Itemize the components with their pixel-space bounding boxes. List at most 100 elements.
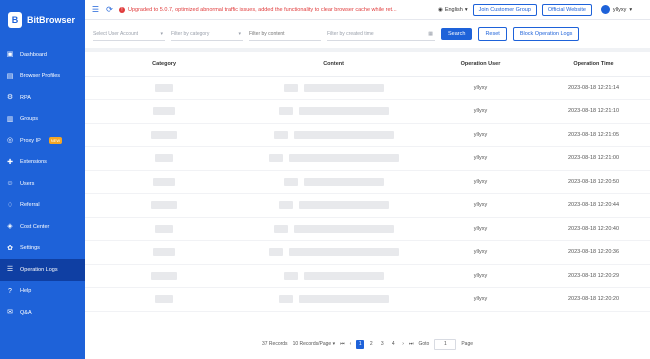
content-cell xyxy=(243,287,424,312)
qa-icon: ✉ xyxy=(7,309,13,317)
redacted-text xyxy=(298,107,389,116)
redacted-text xyxy=(303,177,384,186)
operation-user-cell: yllyxy xyxy=(423,217,537,241)
rpa-icon: ⚙ xyxy=(6,94,14,102)
operation-user-cell: yllyxy xyxy=(423,146,537,171)
content-cell xyxy=(243,99,424,124)
goto-label: Goto xyxy=(418,341,430,347)
language-selector[interactable]: ◉ English ▾ xyxy=(438,7,468,13)
operation-time-cell: 2023-08-18 12:20:40 xyxy=(536,217,650,241)
redacted-text xyxy=(303,271,384,280)
record-count: 37 Records xyxy=(261,341,288,347)
header-category: Category xyxy=(85,52,244,77)
operation-user-cell: yllyxy xyxy=(423,193,537,218)
operation-time-cell: 2023-08-18 12:21:05 xyxy=(536,123,650,147)
sidebar-item-label: Extensions xyxy=(20,159,47,166)
update-notice[interactable]: ! Upgraded to 5.0.7, optimized abnormal … xyxy=(119,6,427,13)
chevron-down-icon: ▾ xyxy=(629,6,633,13)
sidebar-item-cost-center[interactable]: ◈ Cost Center xyxy=(0,216,85,238)
sidebar-item-browser-profiles[interactable]: ▤ Browser Profiles xyxy=(0,66,85,88)
reset-button[interactable]: Reset xyxy=(478,27,507,41)
next-page-icon[interactable]: › xyxy=(402,341,404,347)
page-number[interactable]: 1 xyxy=(356,339,365,349)
category-cell xyxy=(85,287,244,312)
prev-page-icon[interactable]: ‹ xyxy=(350,341,352,347)
operation-user-cell: yllyxy xyxy=(423,76,537,100)
join-customer-group-button[interactable]: Join Customer Group xyxy=(472,3,537,16)
sidebar-item-proxy-ip[interactable]: ◎ Proxy IP NEW xyxy=(0,130,85,152)
redacted-text xyxy=(153,107,176,116)
search-button[interactable]: Search xyxy=(441,28,473,40)
table-row: yllyxy 2023-08-18 12:21:14 xyxy=(85,76,650,100)
chevron-down-icon: ▾ xyxy=(160,30,163,37)
first-page-icon[interactable]: ⏮ xyxy=(340,341,345,347)
category-cell xyxy=(85,123,244,147)
username: yllyxy xyxy=(612,6,627,13)
table-row: yllyxy 2023-08-18 12:21:10 xyxy=(85,99,650,124)
content-cell xyxy=(243,217,424,241)
table-row: yllyxy 2023-08-18 12:20:29 xyxy=(85,264,650,288)
sidebar-item-label: Groups xyxy=(20,116,39,123)
sidebar-item-label: Cost Center xyxy=(20,223,50,230)
globe-icon: ◉ xyxy=(438,6,443,13)
content-filter-input[interactable] xyxy=(249,30,319,37)
page-size-select[interactable]: 10 Records/Page ▾ xyxy=(293,341,336,347)
redacted-text xyxy=(283,271,298,280)
sidebar-item-settings[interactable]: ✿ Settings xyxy=(0,238,85,260)
table-row: yllyxy 2023-08-18 12:20:50 xyxy=(85,170,650,194)
sidebar-item-rpa[interactable]: ⚙ RPA xyxy=(0,87,85,109)
refresh-icon[interactable]: ⟳ xyxy=(105,5,114,14)
sidebar-item-extensions[interactable]: ✚ Extensions xyxy=(0,152,85,174)
operation-logs-table: Category Content Operation User Operatio… xyxy=(85,52,650,359)
sidebar-item-dashboard[interactable]: ▣ Dashboard xyxy=(0,44,85,66)
table-header-row: Category Content Operation User Operatio… xyxy=(85,52,650,77)
table-row: yllyxy 2023-08-18 12:20:20 xyxy=(85,287,650,312)
page-number[interactable]: 3 xyxy=(378,340,386,349)
page-number[interactable]: 4 xyxy=(389,340,397,349)
users-icon: ☺ xyxy=(6,180,14,188)
category-select[interactable]: Filter by category ▾ xyxy=(171,27,243,41)
sidebar-item-referral[interactable]: ♢ Referral xyxy=(0,195,85,217)
user-account-select[interactable]: Select User Account ▾ xyxy=(93,27,165,41)
created-time-filter[interactable]: Filter by created time ▦ xyxy=(327,27,435,41)
operation-user-cell: yllyxy xyxy=(423,123,537,147)
top-bar: ☰ ⟳ ! Upgraded to 5.0.7, optimized abnor… xyxy=(85,0,650,20)
content-filter[interactable] xyxy=(249,27,321,41)
new-badge: NEW xyxy=(48,137,63,145)
sidebar-item-label: Users xyxy=(20,180,35,187)
redacted-text xyxy=(288,154,399,163)
content-cell xyxy=(243,240,424,265)
redacted-text xyxy=(288,248,399,257)
sidebar-item-users[interactable]: ☺ Users xyxy=(0,173,85,195)
last-page-icon[interactable]: ⏭ xyxy=(409,341,414,347)
redacted-text xyxy=(151,130,178,139)
header-content: Content xyxy=(243,52,424,77)
user-menu[interactable]: yllyxy ▾ xyxy=(600,5,633,14)
operation-time-cell: 2023-08-18 12:21:00 xyxy=(536,146,650,171)
sidebar-item-help[interactable]: ? Help xyxy=(0,281,85,303)
chevron-down-icon: ▾ xyxy=(238,30,241,37)
operation-time-cell: 2023-08-18 12:20:29 xyxy=(536,264,650,288)
sidebar-item-q-a[interactable]: ✉ Q&A xyxy=(0,302,85,324)
sidebar-item-label: RPA xyxy=(20,94,31,101)
sidebar-item-operation-logs[interactable]: ☰ Operation Logs xyxy=(0,259,85,281)
redacted-text xyxy=(155,295,174,304)
block-operation-logs-button[interactable]: Block Operation Logs xyxy=(512,27,580,41)
page-number[interactable]: 2 xyxy=(367,340,375,349)
table-row: yllyxy 2023-08-18 12:20:44 xyxy=(85,193,650,218)
redacted-text xyxy=(283,83,298,92)
sidebar-item-label: Dashboard xyxy=(20,51,47,58)
content-cell xyxy=(243,123,424,147)
redacted-text xyxy=(155,224,174,233)
sidebar-item-groups[interactable]: ▥ Groups xyxy=(0,109,85,131)
bitbrowser-logo-icon: B xyxy=(8,12,22,28)
category-cell xyxy=(85,240,244,265)
extensions-icon: ✚ xyxy=(7,158,13,166)
menu-toggle-icon[interactable]: ☰ xyxy=(91,5,100,14)
category-cell xyxy=(85,76,244,100)
redacted-text xyxy=(278,201,293,210)
official-website-button[interactable]: Official Website xyxy=(541,3,592,16)
goto-page-input[interactable]: 1 xyxy=(434,338,457,350)
category-cell xyxy=(85,193,244,218)
redacted-text xyxy=(293,130,394,139)
